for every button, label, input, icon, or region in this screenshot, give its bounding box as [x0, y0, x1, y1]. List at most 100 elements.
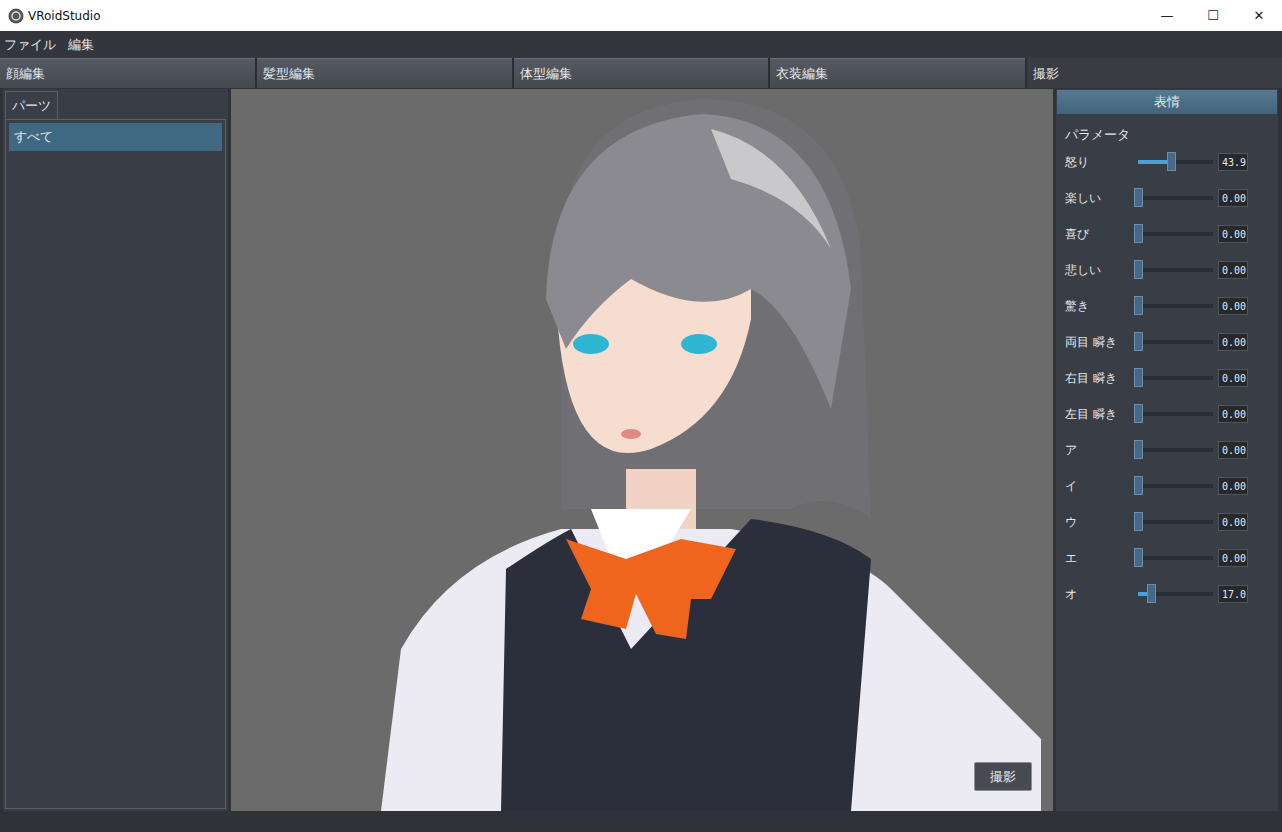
slider-value[interactable]: 17.0 — [1218, 585, 1248, 603]
slider-row: エ 0.00 — [1065, 540, 1272, 576]
slider-value[interactable]: 0.00 — [1218, 369, 1248, 387]
slider-knob[interactable] — [1134, 296, 1143, 315]
slider-value[interactable]: 0.00 — [1218, 549, 1248, 567]
slider-row: オ 17.0 — [1065, 576, 1272, 612]
slider-value[interactable]: 0.00 — [1218, 477, 1248, 495]
slider-knob[interactable] — [1134, 224, 1143, 243]
slider-list: 怒り 43.9 楽しい 0.00 喜び 0.00 悲しい 0.00 驚き 0.00 両目 瞬き 0.0… — [1056, 144, 1278, 612]
slider-knob[interactable] — [1134, 188, 1143, 207]
slider-label: オ — [1065, 586, 1138, 603]
editor-tab[interactable]: 体型編集 — [514, 58, 769, 88]
tab-bar: 顔編集 髪型編集 体型編集 衣装編集 撮影 — [0, 58, 1282, 88]
slider-knob[interactable] — [1134, 404, 1143, 423]
slider-track[interactable] — [1138, 196, 1213, 200]
parts-list: すべて — [5, 119, 226, 809]
section-label: パラメータ — [1056, 114, 1278, 144]
slider-track[interactable] — [1138, 412, 1213, 416]
title-bar: VRoidStudio —☐✕ — [0, 0, 1282, 31]
slider-value[interactable]: 0.00 — [1218, 441, 1248, 459]
slider-value[interactable]: 0.00 — [1218, 225, 1248, 243]
window-title: VRoidStudio — [28, 9, 101, 23]
tab-label: 体型編集 — [520, 65, 572, 83]
slider-label: 喜び — [1065, 226, 1138, 243]
slider-knob[interactable] — [1134, 440, 1143, 459]
tab-label: 衣装編集 — [776, 65, 828, 83]
sidebar-item-label: すべて — [14, 128, 53, 146]
editor-tab[interactable]: 撮影 — [1027, 58, 1282, 88]
maximize-button[interactable]: ☐ — [1190, 0, 1236, 31]
tab-label: 顔編集 — [6, 65, 45, 83]
slider-knob[interactable] — [1134, 260, 1143, 279]
slider-label: 楽しい — [1065, 190, 1138, 207]
slider-track[interactable] — [1138, 304, 1213, 308]
slider-value[interactable]: 43.9 — [1218, 153, 1248, 171]
slider-knob[interactable] — [1134, 476, 1143, 495]
menu-bar: ファイル編集 — [0, 31, 1282, 58]
capture-button[interactable]: 撮影 — [974, 762, 1032, 791]
expression-panel: 表情パラメータ怒り43.9楽しい0.00喜び0.00悲しい0.00驚き0.00両… — [1056, 89, 1278, 811]
slider-track[interactable] — [1138, 592, 1213, 596]
close-button[interactable]: ✕ — [1236, 0, 1282, 31]
slider-track[interactable] — [1138, 268, 1213, 272]
slider-label: エ — [1065, 550, 1138, 567]
slider-row: 悲しい 0.00 — [1065, 252, 1272, 288]
menu-item[interactable]: ファイル — [4, 36, 56, 54]
slider-row: 怒り 43.9 — [1065, 144, 1272, 180]
slider-track[interactable] — [1138, 160, 1213, 164]
app-logo-icon — [8, 8, 24, 24]
slider-track[interactable] — [1138, 232, 1213, 236]
tab-label: 撮影 — [1033, 65, 1059, 83]
slider-row: 楽しい 0.00 — [1065, 180, 1272, 216]
slider-value[interactable]: 0.00 — [1218, 261, 1248, 279]
slider-value[interactable]: 0.00 — [1218, 333, 1248, 351]
slider-knob[interactable] — [1167, 152, 1176, 171]
slider-label: ア — [1065, 442, 1138, 459]
slider-row: 右目 瞬き0.00 — [1065, 360, 1272, 396]
slider-value[interactable]: 0.00 — [1218, 513, 1248, 531]
slider-label: 両目 瞬き — [1065, 334, 1138, 351]
slider-knob[interactable] — [1134, 512, 1143, 531]
slider-track[interactable] — [1138, 376, 1213, 380]
status-bar — [0, 812, 1282, 832]
slider-row: イ 0.00 — [1065, 468, 1272, 504]
slider-row: ア 0.00 — [1065, 432, 1272, 468]
editor-tab[interactable]: 髪型編集 — [257, 58, 512, 88]
slider-label: ウ — [1065, 514, 1138, 531]
slider-row: 左目 瞬き 0.00 — [1065, 396, 1272, 432]
panel-tab[interactable]: パーツ — [5, 91, 58, 119]
editor-tab[interactable]: 衣装編集 — [770, 58, 1025, 88]
slider-row: ウ 0.00 — [1065, 504, 1272, 540]
slider-track[interactable] — [1138, 520, 1213, 524]
slider-track[interactable] — [1138, 448, 1213, 452]
editor-tab[interactable]: 顔編集 — [0, 58, 255, 88]
slider-label: 悲しい — [1065, 262, 1138, 279]
slider-knob[interactable] — [1134, 368, 1143, 387]
slider-value[interactable]: 0.00 — [1218, 405, 1248, 423]
panel-header: 表情 — [1057, 90, 1277, 114]
slider-value[interactable]: 0.00 — [1218, 189, 1248, 207]
tab-label: 髪型編集 — [263, 65, 315, 83]
slider-row: 驚き 0.00 — [1065, 288, 1272, 324]
slider-track[interactable] — [1138, 340, 1213, 344]
slider-knob[interactable] — [1147, 584, 1156, 603]
slider-label: 怒り — [1065, 154, 1138, 171]
slider-knob[interactable] — [1134, 332, 1143, 351]
sidebar-item[interactable]: すべて — [9, 123, 222, 151]
slider-track[interactable] — [1138, 556, 1213, 560]
slider-label: 左目 瞬き — [1065, 406, 1138, 423]
slider-row: 喜び 0.00 — [1065, 216, 1272, 252]
menu-item[interactable]: 編集 — [68, 36, 94, 54]
model-viewport[interactable]: 撮影 — [231, 89, 1053, 811]
slider-knob[interactable] — [1134, 548, 1143, 567]
slider-label: 驚き — [1065, 298, 1138, 315]
panel-tab-label: パーツ — [12, 97, 51, 115]
character-model-icon — [231, 89, 1051, 811]
parts-panel: パーツすべて — [3, 89, 228, 811]
slider-track[interactable] — [1138, 484, 1213, 488]
main-area: パーツすべて撮影 表情パラメータ怒り 43.9 楽しい 0.00 喜び 0.00 悲しい 0.0… — [0, 88, 1282, 812]
slider-row: 両目 瞬き 0.00 — [1065, 324, 1272, 360]
slider-label: イ — [1065, 478, 1138, 495]
slider-value[interactable]: 0.00 — [1218, 297, 1248, 315]
minimize-button[interactable]: — — [1144, 0, 1190, 31]
panel-tabs: パーツ — [5, 91, 226, 119]
